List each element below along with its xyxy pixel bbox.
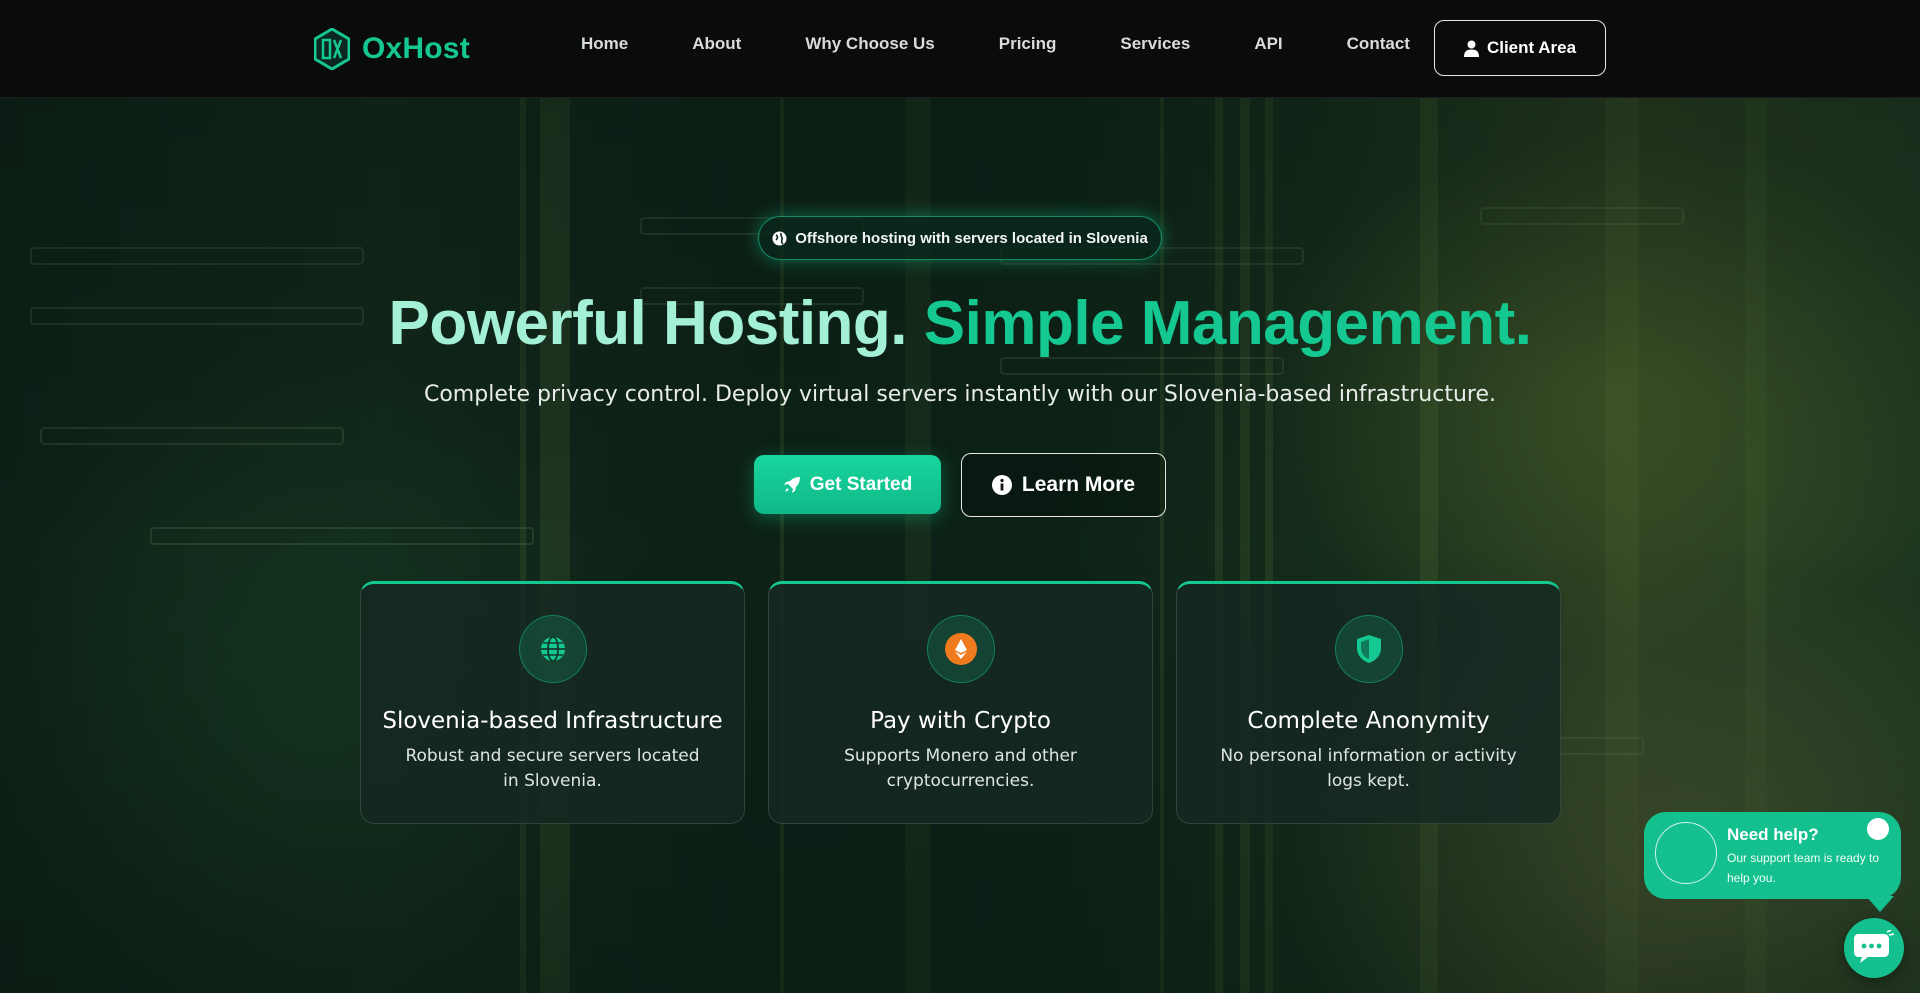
nav-pricing[interactable]: Pricing [999,34,1057,54]
hexagon-logo-icon [314,28,350,70]
client-area-label: Client Area [1486,38,1577,57]
feature-title: Slovenia-based Infrastructure [382,708,723,734]
brand-name: OxHost [362,32,470,65]
help-text: Our support team is ready to help you. [1727,851,1880,885]
globe-icon [540,636,565,662]
info-icon [991,475,1012,495]
main-nav: Home About Why Choose Us Pricing Service… [560,34,1410,54]
chat-launcher-button[interactable] [1844,918,1904,978]
nav-api[interactable]: API [1254,34,1282,54]
brand-logo[interactable]: OxHost [314,28,470,70]
rocket-icon [783,476,800,493]
help-close-button[interactable] [1867,818,1889,840]
feature-title: Pay with Crypto [870,708,1051,734]
feature-card-infrastructure: Slovenia-based Infrastructure Robust and… [360,581,745,824]
help-title: Need help? [1727,825,1819,844]
hero-title-part2: Simple Management. [923,289,1532,358]
nav-why-choose-us[interactable]: Why Choose Us [805,34,934,54]
feature-icon-wrap [518,615,587,683]
user-icon [1463,40,1479,57]
learn-more-label: Learn More [1021,473,1136,496]
offshore-badge: Offshore hosting with servers located in… [758,216,1162,260]
get-started-label: Get Started [809,473,913,495]
hero-subtitle: Complete privacy control. Deploy virtual… [423,382,1496,407]
feature-icon-wrap [1334,615,1403,683]
get-started-button[interactable]: Get Started [754,455,941,514]
feature-card-anonymity: Complete Anonymity No personal informati… [1176,581,1561,824]
chat-bubble-icon [1854,930,1894,963]
client-area-button[interactable]: Client Area [1434,20,1606,76]
learn-more-button[interactable]: Learn More [961,453,1166,517]
globe-icon [772,231,787,245]
feature-card-crypto: Pay with Crypto Supports Monero and othe… [768,581,1153,824]
feature-description: Supports Monero and other cryptocurrenci… [844,746,1077,791]
hero-title-part1: Powerful Hosting. [388,289,924,358]
nav-about[interactable]: About [692,34,741,54]
feature-description: Robust and secure servers located in Slo… [405,746,700,791]
hero-title: Powerful Hosting. Simple Management. [0,288,1920,359]
badge-text: Offshore hosting with servers located in… [795,229,1148,247]
nav-home[interactable]: Home [581,34,628,54]
shield-icon [1356,635,1381,663]
feature-description: No personal information or activity logs… [1220,746,1517,791]
support-avatar [1655,822,1717,884]
help-popup[interactable]: Need help? Our support team is ready to … [1644,812,1901,912]
nav-services[interactable]: Services [1120,34,1190,54]
feature-title: Complete Anonymity [1247,708,1490,734]
feature-icon-wrap [926,615,995,683]
top-navbar: OxHost Home About Why Choose Us Pricing … [0,0,1920,98]
crypto-coin-icon [944,633,977,665]
nav-contact[interactable]: Contact [1347,34,1410,54]
